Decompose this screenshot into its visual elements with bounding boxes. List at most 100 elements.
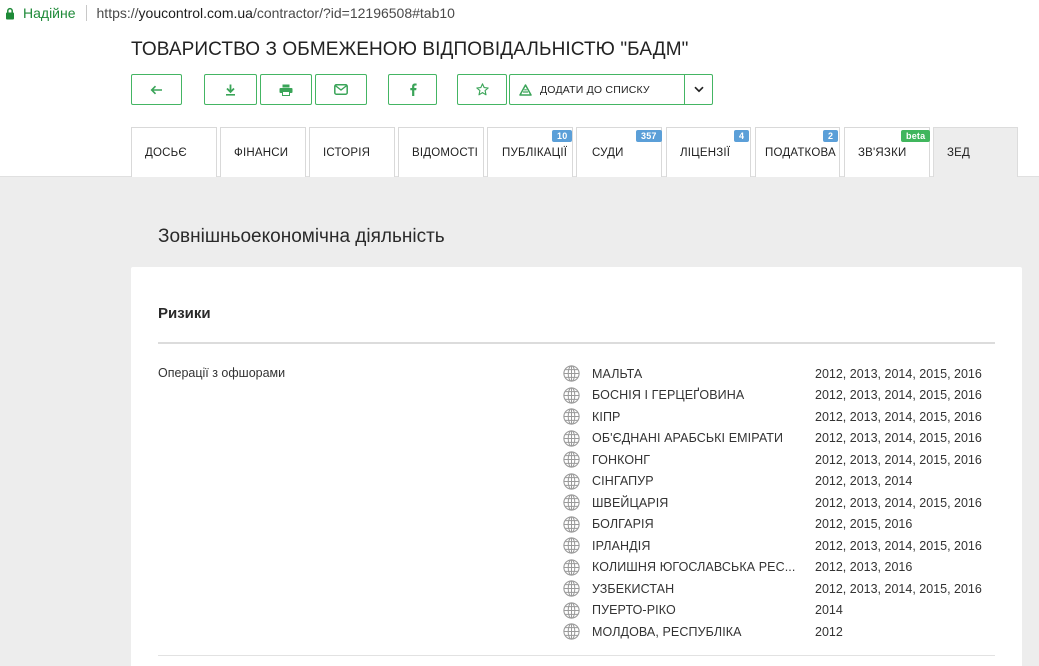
globe-icon xyxy=(563,365,580,382)
country-years: 2012 xyxy=(815,624,843,639)
browser-address-bar[interactable]: Надійне https://youcontrol.com.ua/contra… xyxy=(0,0,1039,25)
tab-label: ЗЕД xyxy=(947,146,971,159)
tab-records[interactable]: ВІДОМОСТІ xyxy=(398,127,484,177)
add-to-list-button[interactable]: ДОДАТИ ДО СПИСКУ xyxy=(509,74,685,105)
globe-icon xyxy=(563,408,580,425)
globe-icon xyxy=(563,602,580,619)
country-row: ШВЕЙЦАРІЯ 2012, 2013, 2014, 2015, 2016 xyxy=(563,492,1003,514)
back-button[interactable] xyxy=(131,74,182,105)
country-name: ПУЕРТО-РІКО xyxy=(592,603,676,618)
risks-card: Ризики Операції з офшорами МАЛЬТА 2012, 2… xyxy=(131,267,1022,666)
country-years: 2012, 2013, 2014, 2015, 2016 xyxy=(815,452,982,467)
tab-dossier[interactable]: ДОСЬЄ xyxy=(131,127,217,177)
country-name: СІНГАПУР xyxy=(592,474,654,489)
divider xyxy=(158,655,995,656)
facebook-icon xyxy=(409,83,417,96)
country-row: МАЛЬТА 2012, 2013, 2014, 2015, 2016 xyxy=(563,363,1003,385)
url-scheme: https:// xyxy=(96,4,139,21)
globe-icon xyxy=(563,494,580,511)
tab-label: ІСТОРІЯ xyxy=(323,146,371,159)
tab-label: ДОСЬЄ xyxy=(145,146,187,159)
add-to-list-label: ДОДАТИ ДО СПИСКУ xyxy=(540,83,650,96)
printer-icon xyxy=(279,84,293,96)
country-name: ГОНКОНГ xyxy=(592,452,651,467)
globe-icon xyxy=(563,559,580,576)
country-row: ПУЕРТО-РІКО 2014 xyxy=(563,600,1003,622)
favorite-button[interactable] xyxy=(457,74,507,105)
url-host: youcontrol.com.ua xyxy=(138,4,253,21)
country-years: 2012, 2013, 2016 xyxy=(815,560,913,575)
publications-count-badge: 10 xyxy=(552,130,573,142)
tab-label: ФІНАНСИ xyxy=(234,146,289,159)
country-name: УЗБЕКИСТАН xyxy=(592,581,675,596)
country-name: ОБ'ЄДНАНІ АРАБСЬКІ ЕМІРАТИ xyxy=(592,431,784,446)
tab-label: ЛІЦЕНЗІЇ xyxy=(680,146,731,159)
country-years: 2012, 2013, 2014, 2015, 2016 xyxy=(815,409,982,424)
country-years: 2012, 2013, 2014, 2015, 2016 xyxy=(815,581,982,596)
tab-tax[interactable]: ПОДАТКОВА 2 xyxy=(755,127,840,177)
country-name: МАЛЬТА xyxy=(592,366,643,381)
email-button[interactable] xyxy=(315,74,367,105)
divider xyxy=(158,342,995,344)
country-row: КОЛИШНЯ ЮГОСЛАВСЬКА РЕС... 2012, 2013, 20… xyxy=(563,557,1003,579)
tab-label: СУДИ xyxy=(592,146,624,159)
facebook-share-button[interactable] xyxy=(388,74,437,105)
mail-icon xyxy=(334,84,348,95)
tab-licenses[interactable]: ЛІЦЕНЗІЇ 4 xyxy=(666,127,751,177)
url-path: /contractor/?id=12196508#tab10 xyxy=(252,4,455,21)
offshore-country-list: МАЛЬТА 2012, 2013, 2014, 2015, 2016 БОСНІЯ… xyxy=(563,363,1003,643)
tab-history[interactable]: ІСТОРІЯ xyxy=(309,127,395,177)
list-logo-icon xyxy=(519,83,532,96)
country-row: ОБ'ЄДНАНІ АРАБСЬКІ ЕМІРАТИ 2012, 2013, 20… xyxy=(563,428,1003,450)
globe-icon xyxy=(563,387,580,404)
country-years: 2012, 2013, 2014, 2015, 2016 xyxy=(815,495,982,510)
tab-courts[interactable]: СУДИ 357 xyxy=(576,127,662,177)
tab-publications[interactable]: ПУБЛІКАЦІЇ 10 xyxy=(487,127,573,177)
country-name: ШВЕЙЦАРІЯ xyxy=(592,495,669,510)
courts-count-badge: 357 xyxy=(636,130,662,142)
add-to-list-dropdown[interactable] xyxy=(684,74,713,105)
address-separator xyxy=(85,4,87,21)
country-row: БОСНІЯ І ГЕРЦЕҐОВИНА 2012, 2013, 2014, 20… xyxy=(563,385,1003,407)
country-row: ІРЛАНДІЯ 2012, 2013, 2014, 2015, 2016 xyxy=(563,535,1003,557)
country-years: 2012, 2013, 2014, 2015, 2016 xyxy=(815,388,982,403)
star-icon xyxy=(475,83,489,96)
country-name: БОСНІЯ І ГЕРЦЕҐОВИНА xyxy=(592,388,745,403)
globe-icon xyxy=(563,516,580,533)
secure-label: Надійне xyxy=(23,4,76,21)
arrow-left-icon xyxy=(150,85,162,94)
country-row: УЗБЕКИСТАН 2012, 2013, 2014, 2015, 2016 xyxy=(563,578,1003,600)
offshore-operations-label: Операції з офшорами xyxy=(158,366,286,380)
tab-label: ЗВ'ЯЗКИ xyxy=(858,146,907,159)
tab-label: ПУБЛІКАЦІЇ xyxy=(502,146,568,159)
globe-icon xyxy=(563,430,580,447)
country-years: 2012, 2015, 2016 xyxy=(815,517,913,532)
country-name: КІПР xyxy=(592,409,621,424)
tax-count-badge: 2 xyxy=(823,130,839,142)
download-icon xyxy=(226,84,235,96)
globe-icon xyxy=(563,623,580,640)
globe-icon xyxy=(563,537,580,554)
country-row: СІНГАПУР 2012, 2013, 2014 xyxy=(563,471,1003,493)
download-button[interactable] xyxy=(204,74,257,105)
country-name: КОЛИШНЯ ЮГОСЛАВСЬКА РЕС... xyxy=(592,560,796,575)
tab-connections[interactable]: ЗВ'ЯЗКИ beta xyxy=(844,127,931,177)
country-years: 2012, 2013, 2014, 2015, 2016 xyxy=(815,538,982,553)
print-button[interactable] xyxy=(260,74,312,105)
globe-icon xyxy=(563,451,580,468)
country-years: 2012, 2013, 2014, 2015, 2016 xyxy=(815,431,982,446)
country-name: БОЛГАРІЯ xyxy=(592,517,654,532)
country-name: МОЛДОВА, РЕСПУБЛІКА xyxy=(592,624,742,639)
country-years: 2014 xyxy=(815,603,843,618)
lock-icon xyxy=(5,6,15,20)
country-row: БОЛГАРІЯ 2012, 2015, 2016 xyxy=(563,514,1003,536)
licenses-count-badge: 4 xyxy=(734,130,750,142)
url-text[interactable]: https://youcontrol.com.ua/contractor/?id… xyxy=(97,5,455,21)
tab-finances[interactable]: ФІНАНСИ xyxy=(220,127,306,177)
country-years: 2012, 2013, 2014, 2015, 2016 xyxy=(815,366,982,381)
section-title: Зовнішньоекономічна діяльність xyxy=(158,226,445,247)
globe-icon xyxy=(563,580,580,597)
country-row: ГОНКОНГ 2012, 2013, 2014, 2015, 2016 xyxy=(563,449,1003,471)
connections-beta-badge: beta xyxy=(901,130,931,142)
tab-foreign-trade[interactable]: ЗЕД xyxy=(933,127,1018,177)
